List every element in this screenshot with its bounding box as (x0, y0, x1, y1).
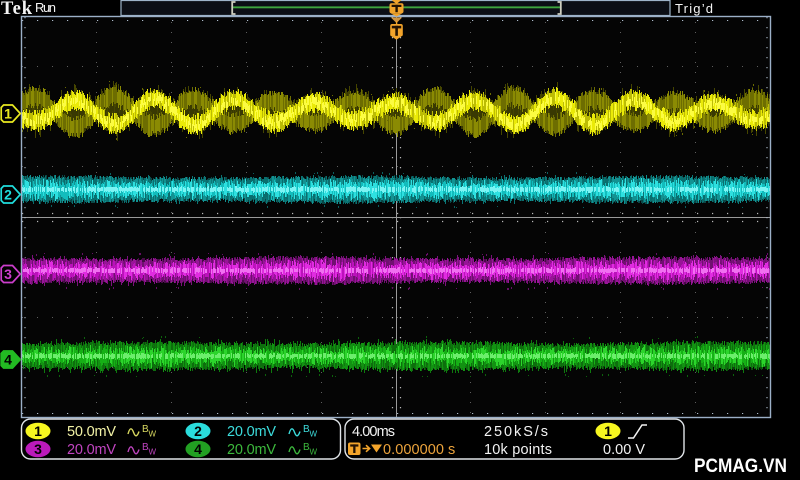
svg-text:20.0mV: 20.0mV (227, 442, 276, 458)
svg-text:250kS/s: 250kS/s (484, 424, 548, 440)
svg-text:1: 1 (604, 423, 612, 439)
svg-text:W: W (149, 430, 157, 439)
svg-text:s: s (448, 442, 455, 458)
svg-text:3: 3 (34, 441, 42, 457)
svg-text:50.0mV: 50.0mV (67, 424, 116, 440)
svg-text:1: 1 (4, 106, 12, 122)
svg-text:2: 2 (194, 423, 202, 439)
svg-text:4: 4 (4, 352, 12, 368)
svg-text:PCMAG.VN: PCMAG.VN (694, 455, 787, 477)
svg-text:0.000000: 0.000000 (383, 442, 444, 458)
svg-text:20.0mV: 20.0mV (67, 442, 116, 458)
svg-text:W: W (149, 448, 157, 457)
svg-text:4.00ms: 4.00ms (352, 424, 395, 440)
svg-text:4: 4 (194, 441, 202, 457)
svg-text:0.00 V: 0.00 V (603, 442, 645, 458)
svg-text:Run: Run (35, 0, 56, 15)
svg-text:20.0mV: 20.0mV (227, 424, 276, 440)
svg-text:W: W (310, 448, 318, 457)
svg-text:2: 2 (4, 187, 12, 203)
svg-text:1: 1 (34, 423, 42, 439)
svg-text:10k points: 10k points (484, 442, 552, 458)
svg-text:W: W (310, 430, 318, 439)
svg-text:Trig’d: Trig’d (675, 1, 713, 16)
svg-text:Tek: Tek (1, 0, 33, 19)
svg-text:3: 3 (4, 266, 12, 282)
